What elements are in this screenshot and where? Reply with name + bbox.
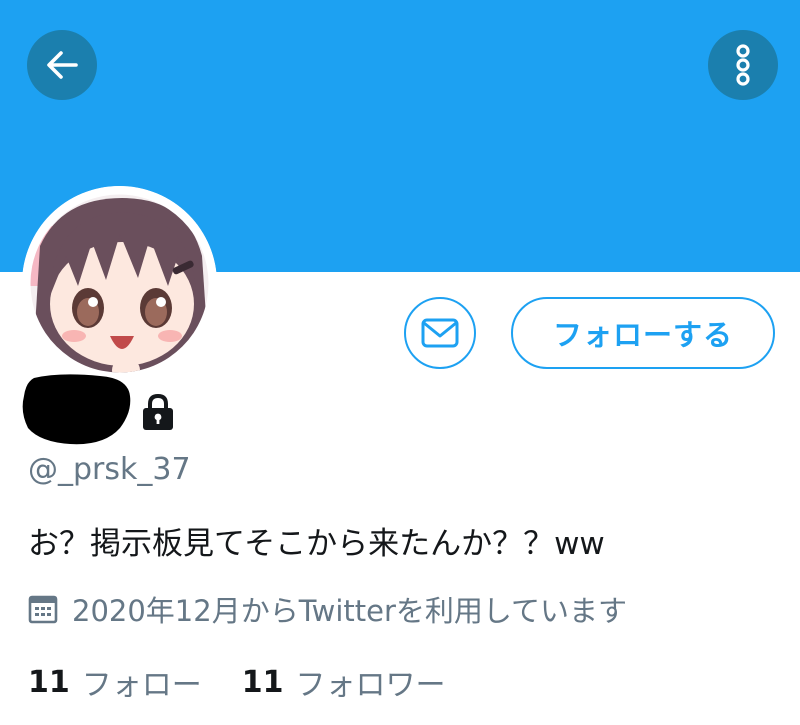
- follow-button[interactable]: フォローする: [511, 297, 775, 369]
- followers-label: フォロワー: [295, 668, 446, 703]
- calendar-icon: [28, 595, 58, 624]
- joined-date-row: 2020年12月からTwitterを利用しています: [28, 588, 627, 630]
- following-label: フォロー: [81, 668, 202, 703]
- message-button[interactable]: [404, 297, 476, 369]
- profile-handle: @_prsk_37: [28, 452, 191, 487]
- followers-count: 11: [241, 664, 284, 700]
- redacted-display-name: [22, 374, 131, 445]
- following-count: 11: [28, 664, 70, 700]
- envelope-icon: [421, 318, 459, 348]
- more-vertical-icon: [736, 44, 750, 86]
- profile-bio: お？掲示板見てそこから来たんか？？ww: [28, 526, 605, 562]
- profile-stats: 11 フォロー 11 フォロワー: [28, 660, 446, 704]
- profile-page: フォローする @_prsk_37 お？掲示板見てそこから来たんか？？ww 202…: [0, 0, 800, 725]
- followers-link[interactable]: 11 フォロワー: [242, 660, 446, 704]
- avatar[interactable]: [22, 186, 217, 381]
- following-link[interactable]: 11 フォロー: [28, 660, 202, 704]
- back-button[interactable]: [27, 30, 97, 100]
- lock-icon: [143, 393, 173, 430]
- more-options-button[interactable]: [708, 30, 778, 100]
- arrow-left-icon: [47, 51, 78, 79]
- joined-date-text: 2020年12月からTwitterを利用しています: [72, 594, 628, 628]
